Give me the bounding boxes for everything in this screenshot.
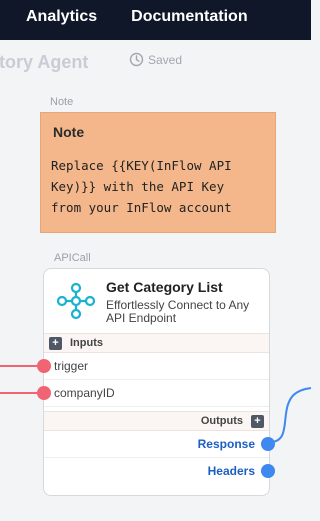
api-call-node[interactable]: Get Category List Effortlessly Connect t…	[43, 268, 270, 496]
input-port-row: companyID	[44, 380, 269, 407]
save-status: Saved	[129, 52, 182, 67]
add-output-plus-icon[interactable]: +	[251, 414, 264, 428]
output-port-label: Response	[197, 437, 255, 451]
note-node[interactable]: Note Replace {{KEY(InFlow API Key)}} wit…	[40, 112, 276, 233]
input-port-label: trigger	[54, 359, 89, 373]
output-port-row: Headers	[44, 458, 269, 485]
note-body-line: from your InFlow account	[51, 200, 232, 215]
companyid-input-handle[interactable]	[37, 386, 51, 400]
note-body-line: Replace {{KEY(InFlow API	[51, 158, 232, 173]
edge-from-response	[269, 387, 311, 443]
api-node-description: Effortlessly Connect to Any API Endpoint	[106, 298, 250, 325]
flow-canvas[interactable]: ntory Agent Saved Note Note Replace {{KE…	[0, 40, 311, 521]
api-node-type-label: APICall	[54, 252, 91, 264]
note-node-type-label: Note	[50, 96, 74, 108]
top-nav: Analytics Documentation	[26, 8, 248, 26]
api-node-title: Get Category List	[106, 279, 223, 295]
note-body-line: Key)}} with the API Key	[51, 179, 225, 194]
response-output-handle[interactable]	[261, 437, 275, 451]
api-network-icon	[56, 281, 96, 326]
inputs-section-header: + Inputs	[44, 333, 269, 353]
headers-output-handle[interactable]	[261, 464, 275, 478]
input-port-row: trigger	[44, 353, 269, 380]
nav-documentation-link[interactable]: Documentation	[131, 8, 247, 26]
note-title: Note	[53, 124, 85, 140]
trigger-input-handle[interactable]	[37, 359, 51, 373]
top-navigation-bar: Analytics Documentation	[0, 0, 311, 40]
clock-icon	[129, 52, 144, 67]
outputs-section-header: Outputs +	[44, 411, 269, 431]
outputs-label: Outputs	[200, 415, 243, 427]
inputs-label: Inputs	[70, 337, 103, 349]
flow-title[interactable]: ntory Agent	[0, 52, 88, 73]
nav-analytics-link[interactable]: Analytics	[26, 8, 97, 26]
note-body[interactable]: Replace {{KEY(InFlow API Key)}} with the…	[51, 155, 273, 218]
saved-label: Saved	[148, 52, 183, 67]
input-port-label: companyID	[54, 386, 115, 400]
output-port-label: Headers	[207, 464, 255, 478]
add-input-plus-icon[interactable]: +	[49, 336, 62, 350]
output-port-row: Response	[44, 431, 269, 458]
